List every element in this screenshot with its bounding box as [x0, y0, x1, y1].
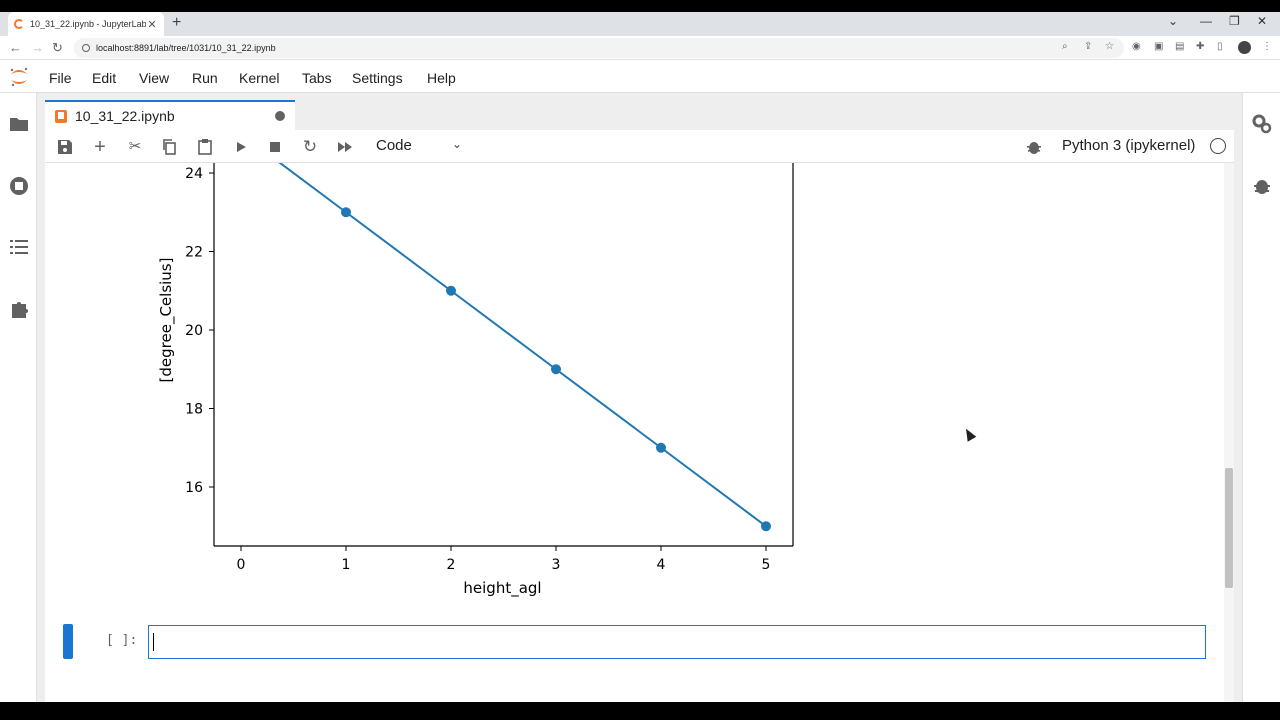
- menu-edit[interactable]: Edit: [92, 70, 116, 86]
- chevron-down-icon[interactable]: ⌄: [452, 137, 462, 151]
- app-window: 10_31_22.ipynb - JupyterLab ✕ + ⌄ — ❐ ✕ …: [0, 0, 1280, 720]
- cell-output-area: 16 18 20 22 24 0 1 2 3 4 5 height_agl [degree_Celsiu…: [45, 163, 1225, 702]
- x-tick-label: 2: [447, 557, 456, 573]
- browser-tab-title: 10_31_22.ipynb - JupyterLab: [30, 19, 146, 29]
- address-bar[interactable]: localhost:8891/lab/tree/1031/10_31_22.ip…: [74, 38, 1124, 58]
- left-sidebar: [0, 93, 37, 720]
- extension-manager-icon[interactable]: [8, 298, 30, 320]
- jupyter-favicon-icon: [14, 19, 24, 29]
- y-tick-label: 18: [185, 402, 203, 418]
- interrupt-stop-icon[interactable]: [265, 137, 285, 157]
- extension-2-icon[interactable]: ▣: [1154, 41, 1163, 52]
- x-tick-label: 3: [552, 557, 561, 573]
- menu-settings[interactable]: Settings: [352, 70, 403, 86]
- y-tick-label: 16: [185, 480, 203, 496]
- screen-bottom-border: [0, 702, 1280, 720]
- menu-file[interactable]: File: [49, 70, 72, 86]
- browser-tabstrip: 10_31_22.ipynb - JupyterLab ✕ + ⌄ — ❐ ✕: [0, 12, 1280, 36]
- share-icon[interactable]: ⇪: [1084, 41, 1092, 52]
- close-tab-icon[interactable]: ✕: [146, 18, 158, 31]
- x-axis-label: height_agl: [463, 579, 541, 598]
- right-sidebar: [1242, 93, 1280, 720]
- reload-icon[interactable]: ↻: [52, 40, 63, 56]
- code-cell-editor[interactable]: [148, 625, 1206, 659]
- extension-3-icon[interactable]: ▤: [1175, 41, 1184, 52]
- data-point: [446, 285, 456, 296]
- x-tick-label: 1: [342, 557, 351, 573]
- browser-toolbar: ← → ↻ localhost:8891/lab/tree/1031/10_31…: [0, 36, 1280, 60]
- cell-type-dropdown[interactable]: Code: [376, 137, 412, 154]
- screen-top-border: [0, 0, 1280, 12]
- menu-run[interactable]: Run: [192, 70, 218, 86]
- y-tick-label: 22: [185, 245, 203, 261]
- tab-search-icon[interactable]: ⌄: [1168, 14, 1178, 28]
- browser-menu-icon[interactable]: ⋮: [1262, 41, 1272, 52]
- y-axis-label: [degree_Celsius]: [157, 258, 176, 383]
- active-cell-indicator[interactable]: [63, 624, 73, 659]
- minimize-button[interactable]: —: [1200, 14, 1212, 28]
- url-text: localhost:8891/lab/tree/1031/10_31_22.ip…: [96, 43, 276, 53]
- debugger-toggle-bug-icon[interactable]: [1024, 137, 1044, 157]
- restart-kernel-icon[interactable]: ↻: [300, 137, 320, 157]
- browser-tab[interactable]: 10_31_22.ipynb - JupyterLab ✕: [8, 12, 164, 36]
- debugger-bug-icon[interactable]: [1251, 175, 1273, 197]
- x-tick-label: 4: [657, 557, 666, 573]
- add-cell-icon[interactable]: +: [90, 137, 110, 157]
- running-sessions-icon[interactable]: [8, 175, 30, 197]
- kernel-status-idle-icon: [1210, 138, 1226, 154]
- notebook-tab-title: 10_31_22.ipynb: [75, 108, 175, 124]
- close-window-button[interactable]: ✕: [1257, 14, 1267, 28]
- menu-help[interactable]: Help: [427, 70, 456, 86]
- extensions-puzzle-icon[interactable]: ✚: [1196, 41, 1204, 52]
- side-panel-icon[interactable]: ▯: [1217, 41, 1223, 52]
- restart-run-all-icon[interactable]: [335, 137, 355, 157]
- extension-1-icon[interactable]: ◉: [1132, 41, 1141, 52]
- data-point: [551, 364, 561, 375]
- folder-icon[interactable]: [8, 113, 30, 135]
- table-of-contents-icon[interactable]: [8, 236, 30, 258]
- new-tab-button[interactable]: +: [172, 14, 181, 32]
- site-info-icon[interactable]: [82, 44, 90, 52]
- notebook-scrollbar-thumb[interactable]: [1225, 468, 1233, 588]
- bookmark-star-icon[interactable]: ☆: [1105, 41, 1114, 52]
- profile-avatar[interactable]: [1238, 41, 1251, 54]
- run-cell-icon[interactable]: [231, 137, 251, 157]
- back-arrow-icon[interactable]: ←: [9, 40, 22, 55]
- property-inspector-gears-icon[interactable]: [1251, 113, 1273, 135]
- data-point: [761, 521, 771, 532]
- copy-icon[interactable]: [160, 137, 180, 157]
- notebook-scrollbar-track[interactable]: [1224, 163, 1234, 702]
- x-tick-label: 0: [237, 557, 246, 573]
- zoom-icon[interactable]: ⌕: [1062, 41, 1068, 52]
- menu-view[interactable]: View: [139, 70, 169, 86]
- jupyter-logo-icon: [10, 67, 28, 87]
- forward-arrow-icon[interactable]: →: [31, 40, 44, 55]
- cell-prompt: [ ]:: [106, 633, 138, 648]
- restore-button[interactable]: ❐: [1229, 14, 1240, 28]
- menu-tabs[interactable]: Tabs: [302, 70, 332, 86]
- data-point: [341, 207, 351, 218]
- kernel-name-button[interactable]: Python 3 (ipykernel): [1062, 137, 1195, 154]
- cut-icon[interactable]: ✂: [125, 137, 145, 157]
- y-tick-label: 24: [185, 166, 203, 182]
- paste-icon[interactable]: [195, 137, 215, 157]
- x-tick-label: 5: [762, 557, 771, 573]
- notebook-toolbar: [45, 130, 1234, 163]
- unsaved-indicator-icon[interactable]: [275, 111, 285, 121]
- line-chart: 16 18 20 22 24 0 1 2 3 4 5 height_agl [degree_Celsiu…: [157, 163, 794, 598]
- series-line: [278, 163, 767, 528]
- notebook-file-icon: [55, 109, 67, 123]
- save-icon[interactable]: [55, 137, 75, 157]
- text-cursor: [153, 633, 154, 651]
- data-point: [656, 442, 666, 453]
- y-tick-label: 20: [185, 323, 203, 339]
- notebook-tab[interactable]: 10_31_22.ipynb: [45, 100, 295, 130]
- menu-kernel[interactable]: Kernel: [239, 70, 279, 86]
